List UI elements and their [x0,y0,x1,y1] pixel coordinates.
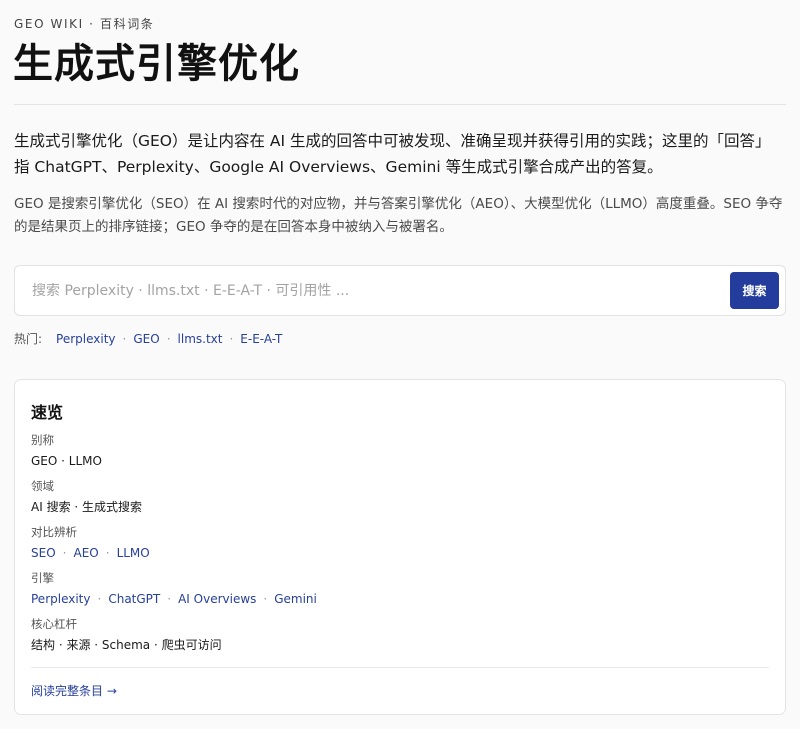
divider [31,667,769,668]
page-title: 生成式引擎优化 [13,41,300,87]
sub-paragraph: GEO 是搜索引擎优化（SEO）在 AI 搜索时代的对应物，并与答案引擎优化（A… [14,196,783,235]
link-aeo[interactable]: AEO [73,546,98,560]
separator: · [167,592,172,606]
field-links: Perplexity · ChatGPT · AI Overviews · Gemini [31,590,317,608]
field-label: 核心杠杆 [31,617,77,631]
hot-link-eeat[interactable]: E-E-A-T [240,332,282,346]
separator: · [263,592,268,606]
lead-paragraph: 生成式引擎优化（GEO）是让内容在 AI 生成的回答中可被发现、准确呈现并获得引… [14,132,771,176]
hot-topics: 热门: Perplexity · GEO · llms.txt · E-E-A-… [14,330,282,347]
field-label: 别称 [31,433,54,447]
separator: · [62,546,67,560]
link-seo[interactable]: SEO [31,546,56,560]
field-value: 结构 · 来源 · Schema · 爬虫可访问 [31,638,222,652]
link-perplexity[interactable]: Perplexity [31,592,91,606]
link-llmo[interactable]: LLMO [117,546,150,560]
separator: · [166,331,171,346]
overview-title: 速览 [31,403,64,422]
link-chatgpt[interactable]: ChatGPT [108,592,160,606]
field-aliases: 别称 GEO · LLMO [31,432,102,470]
read-full-entry-link[interactable]: 阅读完整条目 → [31,682,117,699]
field-links: SEO · AEO · LLMO [31,544,150,562]
overview-card: 速览 别称 GEO · LLMO 领域 AI 搜索 · 生成式搜索 对比辨析 S… [14,379,786,715]
separator: · [105,546,110,560]
separator: · [97,592,102,606]
search-button[interactable]: 搜索 [730,272,779,309]
separator: · [122,331,127,346]
search-bar: 搜索 [14,265,786,316]
eyebrow: GEO WIKI · 百科词条 [14,17,155,31]
hot-label: 热门: [14,332,43,346]
field-engines: 引擎 Perplexity · ChatGPT · AI Overviews · Gemin… [31,570,317,608]
search-input[interactable] [16,267,716,314]
field-value: GEO · LLMO [31,454,102,468]
field-label: 领域 [31,479,54,493]
hot-link-geo[interactable]: GEO [133,332,159,346]
field-label: 引擎 [31,571,54,585]
hot-link-llms-txt[interactable]: llms.txt [178,332,223,346]
separator: · [229,331,234,346]
hot-link-perplexity[interactable]: Perplexity [56,332,116,346]
field-domain: 领域 AI 搜索 · 生成式搜索 [31,478,142,516]
link-gemini[interactable]: Gemini [274,592,317,606]
field-comparison: 对比辨析 SEO · AEO · LLMO [31,524,150,562]
field-value: AI 搜索 · 生成式搜索 [31,500,143,514]
field-label: 对比辨析 [31,525,77,539]
field-core-levers: 核心杠杆 结构 · 来源 · Schema · 爬虫可访问 [31,616,222,654]
page: GEO WIKI · 百科词条 生成式引擎优化 生成式引擎优化（GEO）是让内容… [0,0,800,729]
link-ai-overviews[interactable]: AI Overviews [178,592,256,606]
divider [14,104,786,105]
